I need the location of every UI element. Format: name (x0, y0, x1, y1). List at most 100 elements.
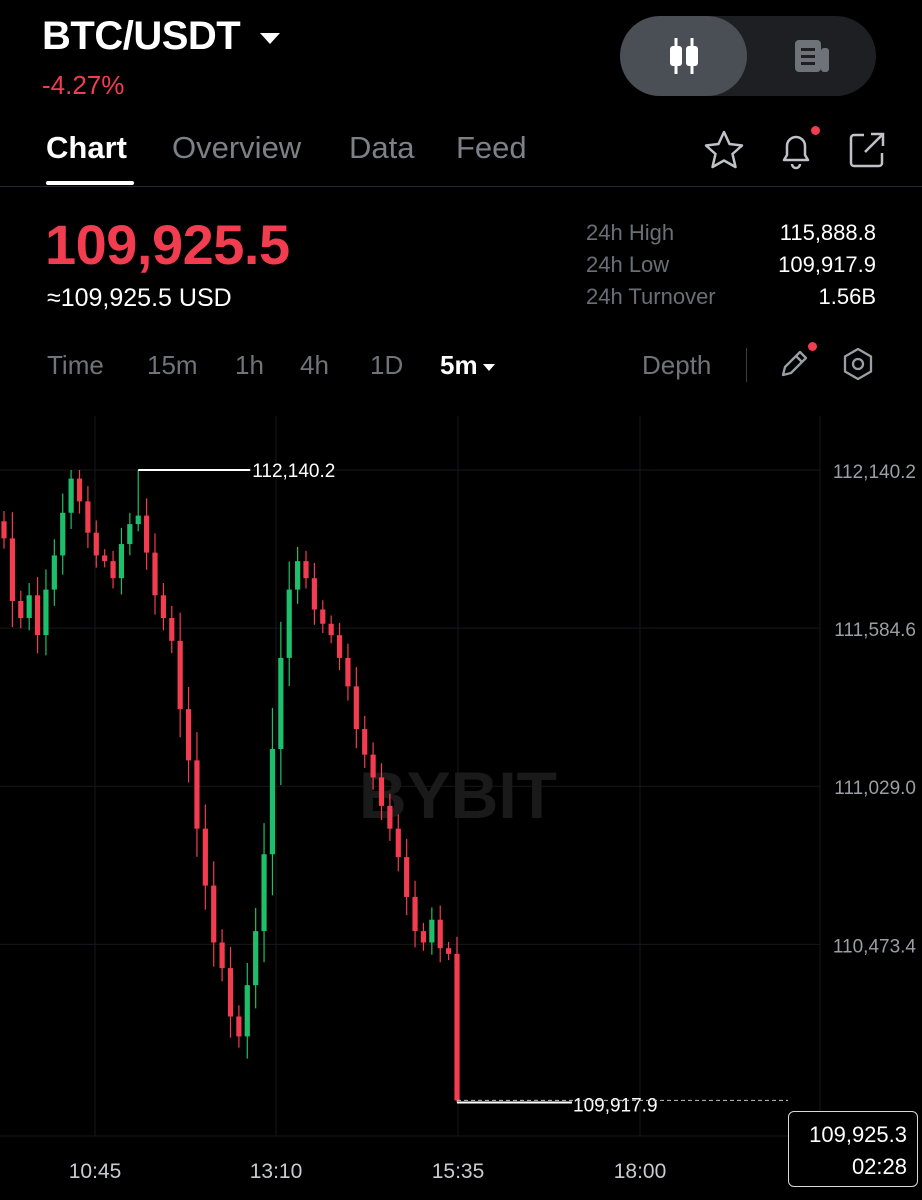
candle-body (194, 760, 200, 829)
candle-body (454, 953, 460, 1101)
candle-body (227, 968, 234, 1017)
toolbar-divider (746, 348, 747, 382)
candle-body (202, 828, 208, 886)
candle-body (378, 777, 385, 806)
candle-body (303, 561, 309, 579)
y-tick-label: 111,584.6 (834, 620, 916, 641)
candlestick-view-button[interactable] (620, 16, 747, 96)
candle-body (387, 805, 393, 829)
share-icon (849, 132, 885, 168)
candle-body (420, 931, 427, 943)
active-tab-indicator (46, 181, 134, 185)
candle-body (160, 595, 166, 619)
caret-down-icon (482, 363, 495, 371)
document-view-button[interactable] (747, 16, 876, 96)
candle-body (118, 544, 125, 579)
tab-overview[interactable]: Overview (172, 130, 301, 166)
caret-down-icon (260, 33, 281, 44)
trading-pair-selector[interactable]: BTC/USDT (42, 14, 281, 59)
candle-body (135, 515, 141, 525)
low-marker-label: 109,917.9 (573, 1095, 658, 1116)
candle-body (320, 609, 326, 624)
stat-label-high: 24h High (586, 220, 675, 245)
candle-body (110, 561, 116, 579)
timeframe-time[interactable]: Time (47, 350, 104, 381)
timeframe-selected-5m[interactable]: 5m (440, 350, 495, 381)
stat-value-turnover: 1.56B (818, 284, 877, 309)
tabs-divider (0, 186, 922, 187)
candle-body (144, 515, 150, 553)
candle-body (370, 754, 376, 778)
candle-body (18, 600, 24, 619)
timeframe-4h[interactable]: 4h (300, 350, 329, 381)
candle-body (152, 552, 158, 596)
timeframe-1h[interactable]: 1h (235, 350, 264, 381)
candle-body (236, 1016, 242, 1037)
timeframe-1d[interactable]: 1D (370, 350, 403, 381)
candlestick-icon (669, 38, 698, 74)
y-tick-label: 110,473.4 (833, 936, 917, 957)
candle-body (102, 555, 108, 562)
usd-equivalent: ≈109,925.5 USD (47, 284, 232, 312)
candle-body (278, 657, 284, 749)
depth-button[interactable]: Depth (642, 350, 711, 381)
x-tick-label: 10:45 (69, 1160, 122, 1183)
share-button[interactable] (845, 128, 889, 172)
candle-body (43, 589, 49, 636)
candle-body (51, 555, 57, 590)
candle-body (412, 896, 418, 932)
candle-body (336, 635, 343, 658)
candle-body (9, 538, 15, 601)
candle-countdown: 02:28 (851, 1154, 907, 1179)
candle-body (345, 657, 351, 687)
candle-body (353, 686, 359, 730)
candle-body (85, 501, 91, 533)
x-tick-label: 18:00 (614, 1160, 667, 1183)
timeframe-selected-label: 5m (440, 350, 478, 380)
candle-body (328, 623, 334, 636)
candle-body (219, 942, 225, 969)
price-change-percent: -4.27% (42, 70, 125, 100)
star-icon (704, 130, 744, 169)
candle-body (395, 828, 401, 858)
x-tick-label: 15:35 (432, 1160, 485, 1183)
candle-body (76, 478, 83, 502)
tab-feed[interactable]: Feed (456, 130, 527, 166)
draw-tool-button[interactable] (772, 342, 817, 386)
candle-body (34, 595, 41, 636)
candle-body (169, 618, 175, 641)
tab-chart[interactable]: Chart (46, 130, 127, 166)
stat-value-low: 109,917.9 (778, 252, 876, 277)
bell-icon (782, 135, 810, 170)
timeframe-15m[interactable]: 15m (147, 350, 198, 381)
candle-body (269, 748, 276, 855)
candle-body (185, 709, 192, 761)
candle-body (244, 985, 250, 1037)
favorite-button[interactable] (702, 128, 746, 172)
candle-body (60, 512, 66, 556)
stat-label-turnover: 24h Turnover (586, 284, 716, 309)
chart-settings-button[interactable] (836, 342, 880, 386)
last-price-tag-value: 109,925.3 (809, 1122, 907, 1147)
x-tick-label: 13:10 (250, 1160, 303, 1183)
last-price: 109,925.5 (45, 213, 290, 276)
notification-dot (808, 342, 817, 351)
candle-body (295, 561, 301, 590)
candle-body (286, 589, 292, 658)
stat-label-low: 24h Low (586, 252, 670, 277)
candle-body (404, 857, 410, 897)
high-marker-label: 112,140.2 (252, 461, 335, 482)
candle-body (68, 478, 74, 513)
candle-body (429, 919, 435, 943)
candle-body (26, 595, 32, 619)
alert-button[interactable] (774, 126, 820, 172)
stat-value-high: 115,888.8 (779, 220, 876, 245)
candle-body (446, 948, 452, 954)
candle-body (1, 521, 7, 539)
candle-body (177, 640, 183, 710)
candle-body (311, 578, 317, 610)
candle-body (437, 919, 443, 949)
tab-data[interactable]: Data (349, 130, 414, 166)
candlestick-chart[interactable]: 112,140.2111,584.6111,029.0110,473.4 BYB… (0, 416, 922, 1200)
settings-hexagon-icon (843, 347, 873, 381)
